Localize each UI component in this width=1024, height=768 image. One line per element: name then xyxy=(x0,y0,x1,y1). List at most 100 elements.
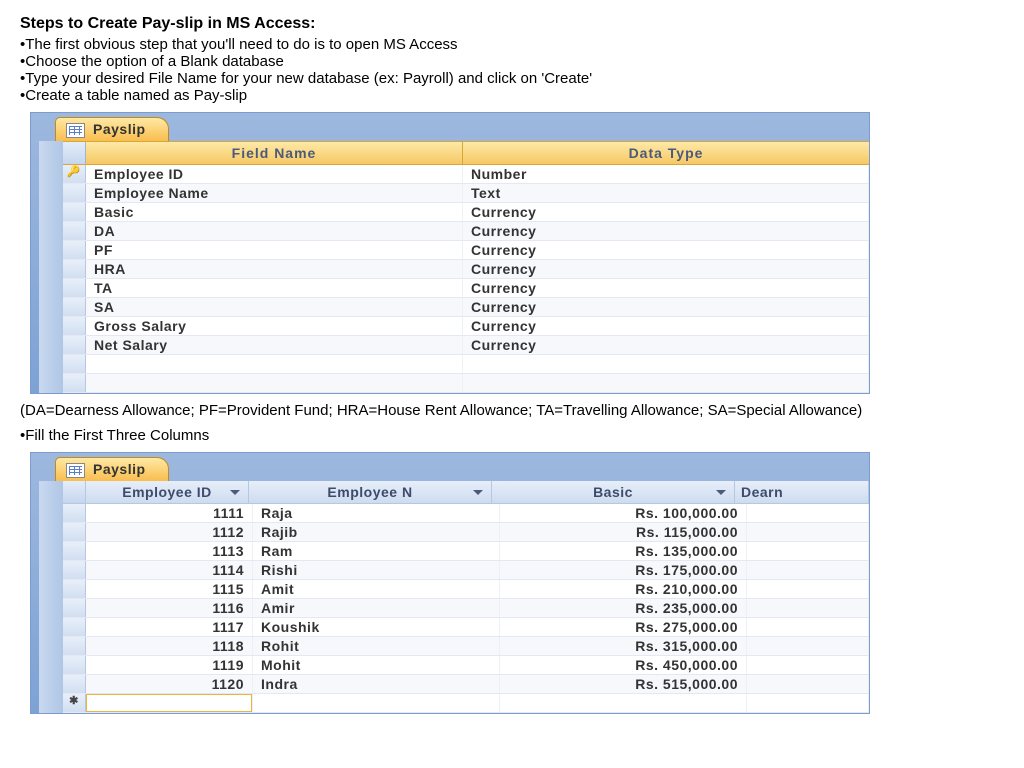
row-selector[interactable] xyxy=(63,203,86,221)
header-basic[interactable]: Basic xyxy=(492,481,735,503)
row-selector[interactable]: 🔑 xyxy=(63,165,86,183)
table-row[interactable]: SACurrency xyxy=(63,298,869,317)
basic-cell[interactable]: Rs. 275,000.00 xyxy=(500,618,747,636)
table-row[interactable]: 1120IndraRs. 515,000.00 xyxy=(63,675,869,694)
data-type-cell[interactable]: Currency xyxy=(463,203,869,221)
row-selector[interactable] xyxy=(63,618,86,636)
table-row[interactable]: TACurrency xyxy=(63,279,869,298)
dearness-cell[interactable] xyxy=(747,637,869,655)
row-selector[interactable] xyxy=(63,599,86,617)
field-name-cell[interactable]: Gross Salary xyxy=(86,317,463,335)
data-type-cell[interactable] xyxy=(463,355,869,373)
table-row[interactable] xyxy=(63,374,869,393)
table-row[interactable]: Employee NameText xyxy=(63,184,869,203)
row-selector[interactable] xyxy=(63,374,86,392)
basic-cell[interactable]: Rs. 115,000.00 xyxy=(500,523,747,541)
dearness-cell[interactable] xyxy=(747,542,869,560)
employee-name-cell[interactable]: Koushik xyxy=(253,618,500,636)
table-tab[interactable]: Payslip xyxy=(55,457,169,481)
field-name-cell[interactable]: Employee ID xyxy=(86,165,463,183)
basic-cell[interactable]: Rs. 135,000.00 xyxy=(500,542,747,560)
employee-id-cell[interactable]: 1116 xyxy=(86,599,253,617)
row-selector[interactable] xyxy=(63,637,86,655)
table-row[interactable]: 🔑Employee IDNumber xyxy=(63,165,869,184)
employee-name-cell[interactable] xyxy=(253,694,500,712)
new-record-row[interactable]: ✱ xyxy=(63,694,869,713)
header-dearness[interactable]: Dearn xyxy=(735,481,869,503)
header-field-name[interactable]: Field Name xyxy=(86,142,463,164)
row-selector[interactable] xyxy=(63,317,86,335)
table-row[interactable]: HRACurrency xyxy=(63,260,869,279)
dearness-cell[interactable] xyxy=(747,599,869,617)
field-name-cell[interactable] xyxy=(86,374,463,392)
row-selector[interactable] xyxy=(63,542,86,560)
basic-cell[interactable]: Rs. 210,000.00 xyxy=(500,580,747,598)
dearness-cell[interactable] xyxy=(747,694,869,712)
basic-cell[interactable]: Rs. 450,000.00 xyxy=(500,656,747,674)
field-name-cell[interactable]: Employee Name xyxy=(86,184,463,202)
table-row[interactable]: DACurrency xyxy=(63,222,869,241)
employee-id-cell[interactable]: 1114 xyxy=(86,561,253,579)
row-selector[interactable] xyxy=(63,241,86,259)
employee-name-cell[interactable]: Rajib xyxy=(253,523,500,541)
field-name-cell[interactable]: Net Salary xyxy=(86,336,463,354)
table-row[interactable]: PFCurrency xyxy=(63,241,869,260)
data-type-cell[interactable]: Currency xyxy=(463,336,869,354)
row-selector[interactable] xyxy=(63,298,86,316)
employee-name-cell[interactable]: Amit xyxy=(253,580,500,598)
data-type-cell[interactable]: Currency xyxy=(463,317,869,335)
dearness-cell[interactable] xyxy=(747,523,869,541)
dearness-cell[interactable] xyxy=(747,618,869,636)
employee-id-cell[interactable]: 1113 xyxy=(86,542,253,560)
employee-id-cell[interactable]: 1119 xyxy=(86,656,253,674)
employee-id-cell[interactable]: 1120 xyxy=(86,675,253,693)
employee-id-cell[interactable]: 1118 xyxy=(86,637,253,655)
employee-name-cell[interactable]: Mohit xyxy=(253,656,500,674)
field-name-cell[interactable]: DA xyxy=(86,222,463,240)
employee-id-cell[interactable]: 1112 xyxy=(86,523,253,541)
basic-cell[interactable]: Rs. 315,000.00 xyxy=(500,637,747,655)
table-row[interactable]: 1119MohitRs. 450,000.00 xyxy=(63,656,869,675)
field-name-cell[interactable] xyxy=(86,355,463,373)
table-row[interactable]: 1114RishiRs. 175,000.00 xyxy=(63,561,869,580)
data-type-cell[interactable]: Number xyxy=(463,165,869,183)
field-name-cell[interactable]: TA xyxy=(86,279,463,297)
employee-id-cell[interactable] xyxy=(86,694,253,712)
employee-name-cell[interactable]: Rohit xyxy=(253,637,500,655)
table-row[interactable]: 1112RajibRs. 115,000.00 xyxy=(63,523,869,542)
row-selector[interactable] xyxy=(63,336,86,354)
basic-cell[interactable]: Rs. 175,000.00 xyxy=(500,561,747,579)
dearness-cell[interactable] xyxy=(747,675,869,693)
field-name-cell[interactable]: SA xyxy=(86,298,463,316)
header-data-type[interactable]: Data Type xyxy=(463,142,869,164)
row-selector[interactable] xyxy=(63,355,86,373)
field-name-cell[interactable]: PF xyxy=(86,241,463,259)
table-row[interactable]: BasicCurrency xyxy=(63,203,869,222)
dearness-cell[interactable] xyxy=(747,656,869,674)
table-row[interactable]: 1111RajaRs. 100,000.00 xyxy=(63,504,869,523)
data-type-cell[interactable]: Currency xyxy=(463,241,869,259)
row-selector[interactable] xyxy=(63,580,86,598)
data-type-cell[interactable]: Currency xyxy=(463,222,869,240)
table-row[interactable]: Gross SalaryCurrency xyxy=(63,317,869,336)
data-type-cell[interactable]: Text xyxy=(463,184,869,202)
basic-cell[interactable] xyxy=(500,694,747,712)
employee-name-cell[interactable]: Raja xyxy=(253,504,500,522)
employee-id-cell[interactable]: 1117 xyxy=(86,618,253,636)
data-type-cell[interactable] xyxy=(463,374,869,392)
table-row[interactable]: 1117KoushikRs. 275,000.00 xyxy=(63,618,869,637)
table-row[interactable] xyxy=(63,355,869,374)
row-selector[interactable] xyxy=(63,523,86,541)
data-type-cell[interactable]: Currency xyxy=(463,279,869,297)
row-selector[interactable] xyxy=(63,504,86,522)
dearness-cell[interactable] xyxy=(747,504,869,522)
table-row[interactable]: 1118RohitRs. 315,000.00 xyxy=(63,637,869,656)
field-name-cell[interactable]: HRA xyxy=(86,260,463,278)
basic-cell[interactable]: Rs. 235,000.00 xyxy=(500,599,747,617)
employee-id-cell[interactable]: 1115 xyxy=(86,580,253,598)
table-row[interactable]: 1115AmitRs. 210,000.00 xyxy=(63,580,869,599)
row-selector[interactable] xyxy=(63,184,86,202)
table-row[interactable]: 1113RamRs. 135,000.00 xyxy=(63,542,869,561)
select-all-cell[interactable] xyxy=(63,481,86,503)
table-row[interactable]: Net SalaryCurrency xyxy=(63,336,869,355)
